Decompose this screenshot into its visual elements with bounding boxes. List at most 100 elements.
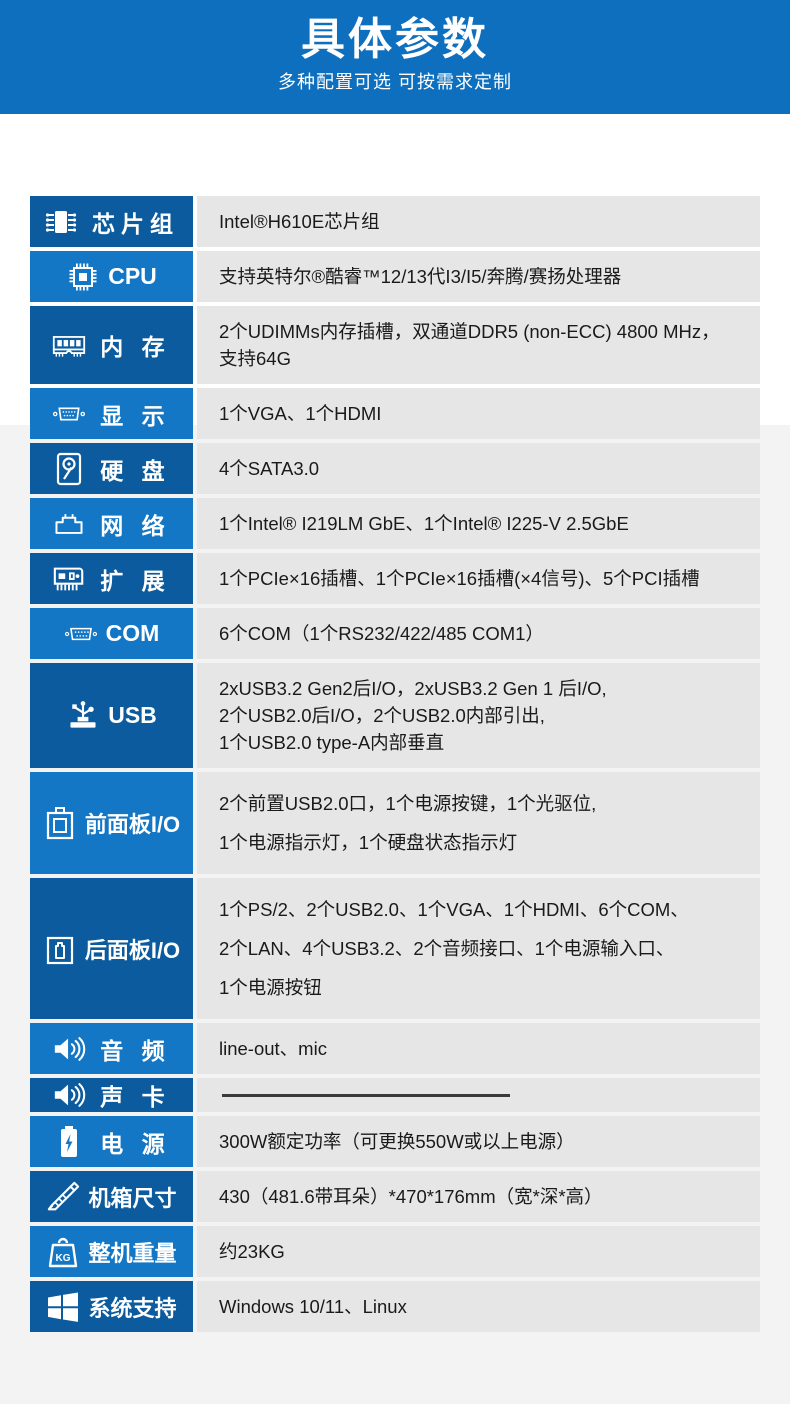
spec-value-line: 约23KG <box>219 1241 285 1262</box>
spec-label-text: 前面板I/O <box>84 812 181 837</box>
spec-row: 芯片组 Intel®H610E芯片组 <box>30 196 760 247</box>
spec-value-line: 2xUSB3.2 Gen2后I/O，2xUSB3.2 Gen 1 后I/O, <box>219 678 607 699</box>
spec-value-cell: 4个SATA3.0 <box>197 443 760 494</box>
spec-row: 音 频 line-out、mic <box>30 1023 760 1074</box>
spec-row: 硬 盘 4个SATA3.0 <box>30 443 760 494</box>
network-icon <box>52 507 86 541</box>
spec-value-line: 4个SATA3.0 <box>219 458 320 479</box>
spec-value-line: 2个USB2.0后I/O，2个USB2.0内部引出, <box>219 705 545 726</box>
front-panel-icon <box>43 806 77 840</box>
spec-value-line: 300W额定功率（可更换550W或以上电源） <box>219 1131 575 1152</box>
spec-row: 网 络 1个Intel® I219LM GbE、1个Intel® I225-V 2… <box>30 498 760 549</box>
spec-value-line: 2个UDIMMs内存插槽，双通道DDR5 (non-ECC) 4800 MHz， <box>219 321 720 342</box>
page-header: 具体参数 多种配置可选 可按需求定制 <box>0 0 790 114</box>
spec-row: 电 源 300W额定功率（可更换550W或以上电源） <box>30 1116 760 1167</box>
spec-value-line: Intel®H610E芯片组 <box>219 211 380 232</box>
page-subtitle: 多种配置可选 可按需求定制 <box>278 72 512 92</box>
spec-value-cell: 300W额定功率（可更换550W或以上电源） <box>197 1116 760 1167</box>
spec-row: 显 示 1个VGA、1个HDMI <box>30 388 760 439</box>
specification-table: 芯片组 Intel®H610E芯片组 CPU 支持英特尔®酷睿™12/13代I3/I… <box>30 196 760 1336</box>
spec-row: 前面板I/O 2个前置USB2.0口，1个电源按键，1个光驱位, 1个电源指示灯，1… <box>30 772 760 874</box>
spec-value-cell: 2xUSB3.2 Gen2后I/O，2xUSB3.2 Gen 1 后I/O, 2个… <box>197 663 760 768</box>
spec-label-cell: CPU <box>30 251 193 302</box>
spec-label-text: 芯片组 <box>92 210 179 237</box>
page-title: 具体参数 <box>301 15 489 64</box>
spec-label-cell: 内 存 <box>30 306 193 384</box>
spec-label-text: 硬 盘 <box>100 457 171 484</box>
spec-label-cell: KG 整机重量 <box>30 1226 193 1277</box>
memory-icon <box>52 328 86 362</box>
spec-label-cell: 网 络 <box>30 498 193 549</box>
spec-row: 内 存 2个UDIMMs内存插槽，双通道DDR5 (non-ECC) 4800 M… <box>30 306 760 384</box>
spec-row: 扩 展 1个PCIe×16插槽、1个PCIe×16插槽(×4信号)、5个PCI插槽 <box>30 553 760 604</box>
spec-label-cell: COM <box>30 608 193 659</box>
spec-value-line: 1个PCIe×16插槽、1个PCIe×16插槽(×4信号)、5个PCI插槽 <box>219 568 700 589</box>
spec-value-cell: line-out、mic <box>197 1023 760 1074</box>
spec-value-cell: 430（481.6带耳朵）*470*176mm（宽*深*高） <box>197 1171 760 1222</box>
spec-value-line: 支持64G <box>219 348 291 369</box>
spec-value-line: 1个PS/2、2个USB2.0、1个VGA、1个HDMI、6个COM、 <box>219 899 689 920</box>
spec-value-line: 2个前置USB2.0口，1个电源按键，1个光驱位, <box>219 793 597 814</box>
spec-label-text: 系统支持 <box>88 1295 177 1321</box>
spec-value-cell: 2个前置USB2.0口，1个电源按键，1个光驱位, 1个电源指示灯，1个硬盘状态指… <box>197 772 760 874</box>
spec-row: 声 卡 <box>30 1078 760 1112</box>
spec-value-cell: 2个UDIMMs内存插槽，双通道DDR5 (non-ECC) 4800 MHz，… <box>197 306 760 384</box>
spec-label-cell: 音 频 <box>30 1023 193 1074</box>
spec-value-line: 6个COM（1个RS232/422/485 COM1） <box>219 623 544 644</box>
dimensions-icon <box>46 1180 80 1214</box>
spec-row: KG 整机重量 约23KG <box>30 1226 760 1277</box>
spec-label-text: COM <box>105 620 160 646</box>
spec-label-cell: 扩 展 <box>30 553 193 604</box>
cpu-icon <box>66 260 100 294</box>
spec-label-text: CPU <box>108 263 157 289</box>
spec-value-cell: Windows 10/11、Linux <box>197 1281 760 1332</box>
spec-value-line: 1个Intel® I219LM GbE、1个Intel® I225-V 2.5G… <box>219 513 629 534</box>
spec-value-line: 1个电源按钮 <box>219 977 322 998</box>
spec-value-cell: Intel®H610E芯片组 <box>197 196 760 247</box>
rear-panel-icon <box>43 932 77 966</box>
svg-text:KG: KG <box>56 1253 71 1264</box>
spec-label-cell: 声 卡 <box>30 1078 193 1112</box>
spec-value-line: 430（481.6带耳朵）*470*176mm（宽*深*高） <box>219 1186 603 1207</box>
spec-label-cell: 前面板I/O <box>30 772 193 874</box>
spec-row: 机箱尺寸 430（481.6带耳朵）*470*176mm（宽*深*高） <box>30 1171 760 1222</box>
spec-value-cell: 1个PS/2、2个USB2.0、1个VGA、1个HDMI、6个COM、 2个LAN… <box>197 878 760 1019</box>
audio-icon <box>52 1032 86 1066</box>
soundcard-icon <box>52 1078 86 1112</box>
weight-icon: KG <box>46 1235 80 1269</box>
spec-label-text: 显 示 <box>100 402 171 429</box>
spec-value-line: 1个USB2.0 type-A内部垂直 <box>219 732 445 753</box>
spec-label-text: USB <box>108 702 157 728</box>
spec-value-cell: 1个VGA、1个HDMI <box>197 388 760 439</box>
spec-label-cell: 显 示 <box>30 388 193 439</box>
spec-label-cell: 后面板I/O <box>30 878 193 1019</box>
spec-row: 后面板I/O 1个PS/2、2个USB2.0、1个VGA、1个HDMI、6个COM… <box>30 878 760 1019</box>
spec-value-line: 2个LAN、4个USB3.2、2个音频接口、1个电源输入口、 <box>219 938 675 959</box>
spec-label-text: 机箱尺寸 <box>88 1185 177 1211</box>
spec-value-cell: 1个Intel® I219LM GbE、1个Intel® I225-V 2.5G… <box>197 498 760 549</box>
expansion-icon <box>52 562 86 596</box>
spec-value-cell <box>197 1078 760 1112</box>
spec-row: USB 2xUSB3.2 Gen2后I/O，2xUSB3.2 Gen 1 后I/O… <box>30 663 760 768</box>
spec-value-cell: 约23KG <box>197 1226 760 1277</box>
spec-value-cell: 6个COM（1个RS232/422/485 COM1） <box>197 608 760 659</box>
power-icon <box>52 1125 86 1159</box>
spec-value-line: Windows 10/11、Linux <box>219 1296 407 1317</box>
spec-label-text: 扩 展 <box>100 567 171 594</box>
spec-row: COM 6个COM（1个RS232/422/485 COM1） <box>30 608 760 659</box>
spec-value-line: 支持英特尔®酷睿™12/13代I3/I5/奔腾/赛扬处理器 <box>219 266 622 287</box>
spec-label-cell: 芯片组 <box>30 196 193 247</box>
spec-value-cell: 1个PCIe×16插槽、1个PCIe×16插槽(×4信号)、5个PCI插槽 <box>197 553 760 604</box>
placeholder-rule <box>222 1093 510 1097</box>
spec-value-line: line-out、mic <box>219 1038 327 1059</box>
usb-icon <box>66 699 100 733</box>
chipset-icon <box>44 205 78 239</box>
spec-label-text: 音 频 <box>100 1037 171 1064</box>
spec-label-cell: 电 源 <box>30 1116 193 1167</box>
spec-label-text: 网 络 <box>100 512 171 539</box>
spec-label-text: 电 源 <box>100 1130 171 1157</box>
vga-display-icon <box>52 397 86 431</box>
spec-label-text: 内 存 <box>100 334 171 360</box>
spec-row: 系统支持 Windows 10/11、Linux <box>30 1281 760 1332</box>
spec-label-text: 后面板I/O <box>84 937 181 963</box>
